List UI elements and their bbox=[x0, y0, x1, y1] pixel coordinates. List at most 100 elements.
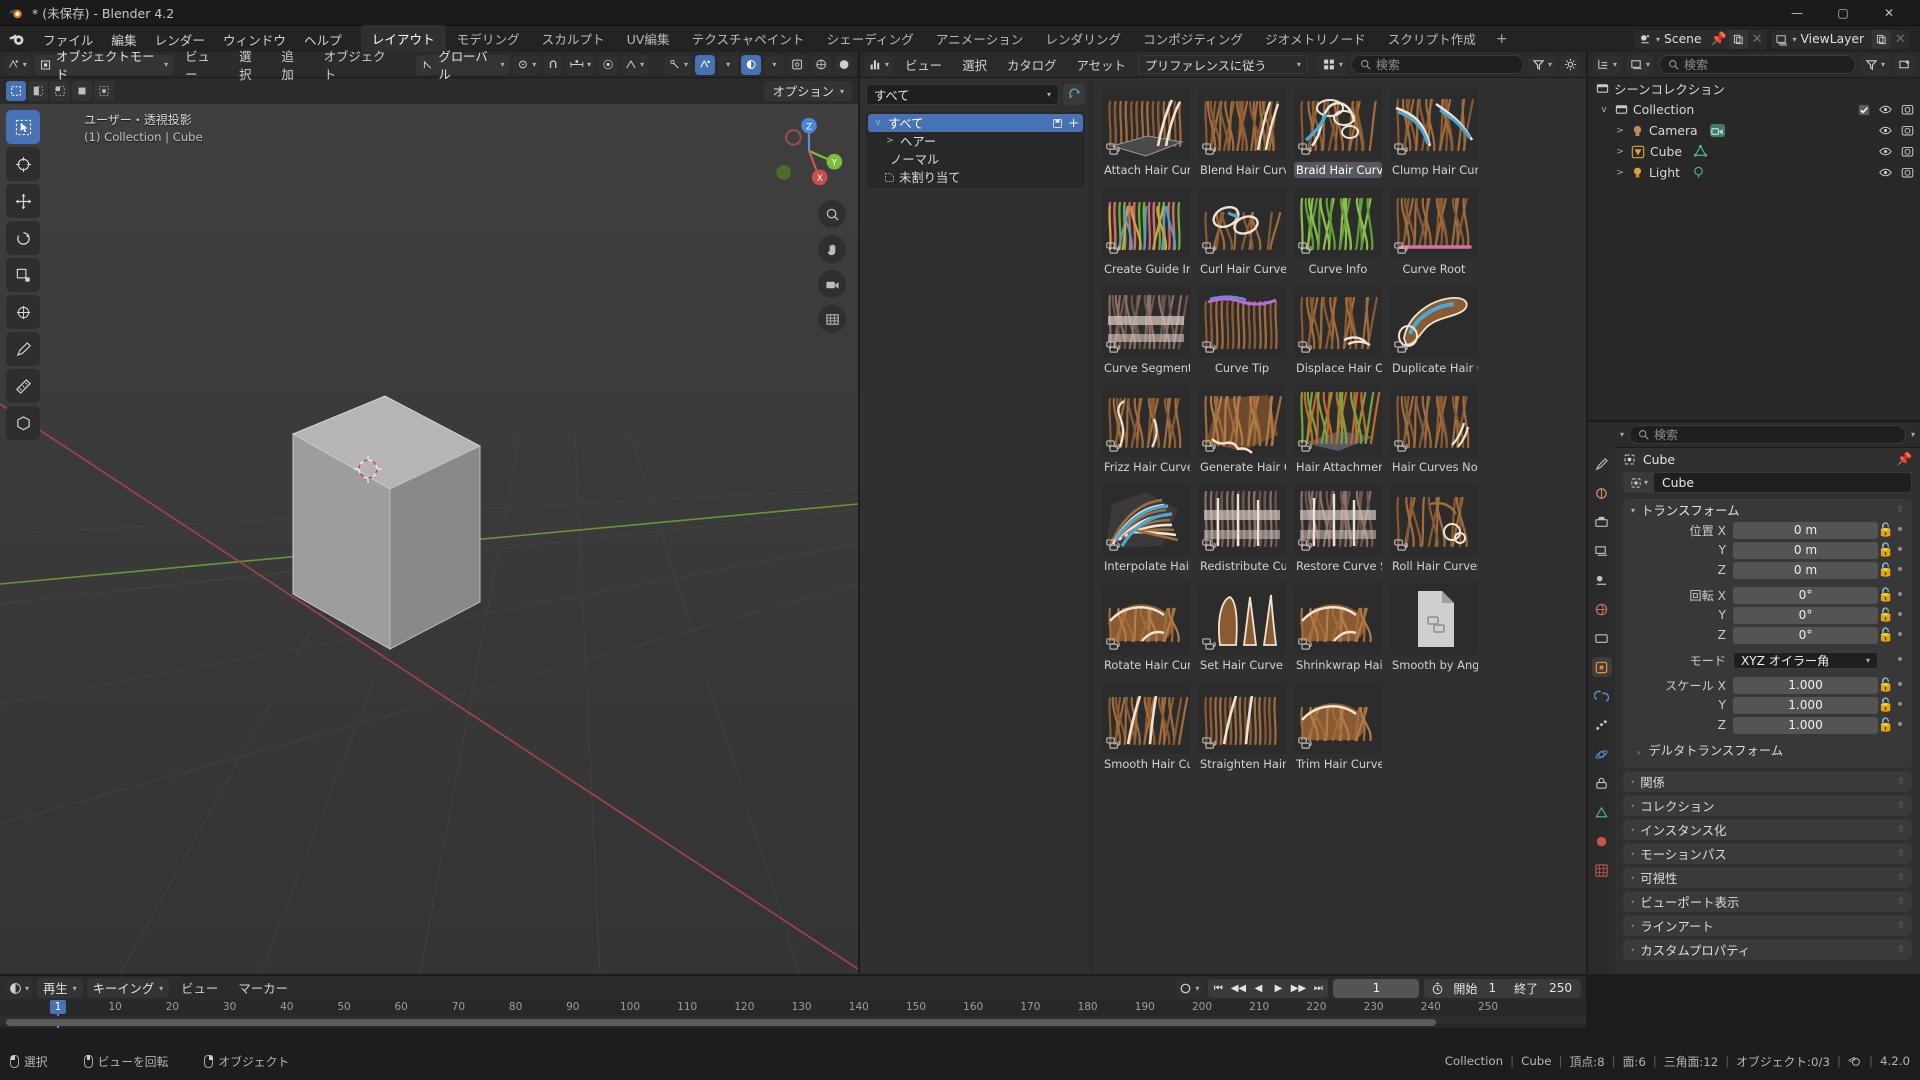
asset-editor-type-button[interactable]: ▾ bbox=[865, 54, 894, 75]
asset-display-mode-dropdown[interactable]: プリファレンスに従う ▾ bbox=[1137, 55, 1308, 74]
tab-object[interactable] bbox=[1591, 657, 1612, 677]
panel-expander-icon[interactable]: › bbox=[1631, 849, 1634, 858]
tab-tool[interactable] bbox=[1592, 454, 1612, 474]
jump-to-end-button[interactable]: ⏭ bbox=[1308, 979, 1328, 998]
properties-filter-chevron-icon[interactable]: ▾ bbox=[1620, 430, 1624, 439]
expander-icon[interactable]: > bbox=[1614, 147, 1626, 157]
snap-settings-button[interactable]: ▾ bbox=[566, 54, 596, 75]
outliner-filter-button[interactable]: ▾ bbox=[1860, 54, 1889, 75]
asset-library-refresh-button[interactable] bbox=[1063, 84, 1085, 105]
asset-item[interactable]: Blend Hair Curves bbox=[1198, 88, 1286, 178]
tab-material[interactable] bbox=[1592, 831, 1612, 851]
eye-icon[interactable] bbox=[1879, 124, 1892, 137]
collapsed-panel[interactable]: › コレクション ⠿ bbox=[1623, 795, 1912, 816]
animate-dot-icon[interactable]: • bbox=[1894, 523, 1906, 537]
catalog-item-hair[interactable]: > ヘアー bbox=[868, 132, 1083, 150]
tool-scale[interactable] bbox=[6, 258, 40, 292]
rotation-x-field[interactable]: 0° bbox=[1733, 586, 1878, 604]
lock-icon[interactable]: 🔓 bbox=[1878, 523, 1894, 538]
minimize-button[interactable]: — bbox=[1774, 0, 1820, 26]
collapsed-panel[interactable]: › インスタンス化 ⠿ bbox=[1623, 819, 1912, 840]
location-z-field[interactable]: 0 m bbox=[1733, 561, 1878, 579]
lock-icon[interactable]: 🔓 bbox=[1878, 678, 1894, 693]
jump-to-next-keyframe-button[interactable]: ▶▶ bbox=[1288, 979, 1308, 998]
asset-item[interactable]: Set Hair Curve Pr... bbox=[1198, 583, 1286, 673]
shading-material-button[interactable] bbox=[833, 54, 854, 75]
new-viewlayer-button[interactable] bbox=[1872, 29, 1891, 49]
lock-icon[interactable]: 🔓 bbox=[1878, 608, 1894, 623]
select-intersect-button[interactable] bbox=[94, 81, 114, 101]
animate-dot-icon[interactable]: • bbox=[1894, 718, 1906, 732]
asset-item[interactable]: Displace Hair Cur... bbox=[1294, 286, 1382, 376]
overlays-dropdown[interactable]: ▾ bbox=[718, 54, 739, 75]
asset-item[interactable]: Frizz Hair Curves bbox=[1102, 385, 1190, 475]
interaction-mode-selector[interactable]: オブジェクトモード ▾ bbox=[33, 50, 175, 82]
panel-expander-icon[interactable]: › bbox=[1631, 825, 1634, 834]
asset-filter-button[interactable]: ▾ bbox=[1527, 54, 1556, 75]
catalog-item-unassigned[interactable]: 未割り当て bbox=[868, 168, 1083, 186]
viewlayer-selector[interactable]: ▾ ViewLayer ✕ bbox=[1770, 29, 1910, 49]
asset-settings-button[interactable] bbox=[1560, 54, 1581, 75]
panel-expander-icon[interactable]: › bbox=[1631, 897, 1634, 906]
location-x-field[interactable]: 0 m bbox=[1733, 521, 1878, 539]
tab-texture[interactable] bbox=[1592, 860, 1612, 880]
expander-icon[interactable]: > bbox=[1614, 168, 1626, 178]
asset-menu-catalog[interactable]: カタログ bbox=[999, 54, 1065, 76]
lock-icon[interactable]: 🔓 bbox=[1878, 563, 1894, 578]
catalog-expander-icon[interactable]: > bbox=[884, 136, 896, 146]
tab-sculpting[interactable]: スカルプト bbox=[531, 25, 616, 53]
viewport-canvas[interactable]: ユーザー・透視投影 (1) Collection | Cube Z Y X bbox=[0, 104, 858, 974]
outliner-display-mode-button[interactable]: ▾ bbox=[1626, 54, 1655, 75]
asset-item[interactable]: Roll Hair Curves bbox=[1390, 484, 1478, 574]
asset-search-input[interactable]: 検索 bbox=[1350, 55, 1524, 74]
snap-magnet-button[interactable] bbox=[543, 54, 564, 75]
catalog-item-normal[interactable]: ノーマル bbox=[868, 150, 1083, 168]
outliner-row-camera[interactable]: > Camera bbox=[1588, 120, 1920, 141]
play-button[interactable]: ▶ bbox=[1268, 979, 1288, 998]
tool-annotate[interactable] bbox=[6, 332, 40, 366]
current-frame-field[interactable]: 1 bbox=[1333, 978, 1420, 998]
properties-options-chevron-down-icon[interactable]: ▾ bbox=[1911, 430, 1915, 439]
xray-dropdown[interactable]: ▾ bbox=[764, 54, 785, 75]
start-frame-field[interactable]: 開始 1 bbox=[1444, 980, 1505, 997]
lock-icon[interactable]: 🔓 bbox=[1878, 628, 1894, 643]
delete-viewlayer-button[interactable]: ✕ bbox=[1891, 30, 1910, 49]
xray-toggle[interactable] bbox=[741, 54, 762, 75]
end-frame-field[interactable]: 終了 250 bbox=[1505, 980, 1581, 997]
tab-render[interactable] bbox=[1592, 483, 1612, 503]
delta-expander-icon[interactable]: › bbox=[1637, 748, 1640, 757]
rotation-y-field[interactable]: 0° bbox=[1733, 606, 1878, 624]
tool-move[interactable] bbox=[6, 184, 40, 218]
tab-animation[interactable]: アニメーション bbox=[925, 25, 1035, 53]
tool-cursor[interactable] bbox=[6, 147, 40, 181]
scale-x-field[interactable]: 1.000 bbox=[1733, 676, 1878, 694]
viewport-menu-view[interactable]: ビュー bbox=[177, 45, 228, 85]
eye-icon[interactable] bbox=[1879, 166, 1892, 179]
properties-search-input[interactable]: 検索 bbox=[1629, 425, 1906, 444]
tool-transform[interactable] bbox=[6, 295, 40, 329]
tab-collection[interactable] bbox=[1592, 628, 1612, 648]
asset-item[interactable]: Generate Hair Cu... bbox=[1198, 385, 1286, 475]
viewport-options-button[interactable]: オプション ▾ bbox=[764, 81, 852, 101]
tab-output[interactable] bbox=[1592, 512, 1612, 532]
tab-particles[interactable] bbox=[1592, 715, 1612, 735]
scale-z-field[interactable]: 1.000 bbox=[1733, 716, 1878, 734]
collapsed-panel[interactable]: › 可視性 ⠿ bbox=[1623, 867, 1912, 888]
animate-dot-icon[interactable]: • bbox=[1894, 543, 1906, 557]
animate-dot-icon[interactable]: • bbox=[1894, 608, 1906, 622]
tool-rotate[interactable] bbox=[6, 221, 40, 255]
delta-transform-subpanel[interactable]: › デルタトランスフォーム bbox=[1623, 738, 1912, 762]
tab-scene[interactable] bbox=[1592, 570, 1612, 590]
expander-icon[interactable]: v bbox=[1598, 105, 1610, 115]
shading-solid-button[interactable] bbox=[810, 54, 831, 75]
asset-menu-view[interactable]: ビュー bbox=[897, 54, 950, 76]
lock-icon[interactable]: 🔓 bbox=[1878, 543, 1894, 558]
timeline-ruler[interactable]: 10 20 30 40 50 60 70 80 90 100 110 120 130 140 150 160 1… bbox=[0, 1000, 1586, 1052]
rotation-mode-dropdown[interactable]: XYZ オイラー角 ▾ bbox=[1733, 651, 1878, 669]
lock-icon[interactable]: 🔓 bbox=[1878, 698, 1894, 713]
navigation-gizmo[interactable]: Z Y X bbox=[770, 112, 848, 190]
jump-to-prev-keyframe-button[interactable]: ◀◀ bbox=[1228, 979, 1248, 998]
tab-object-data[interactable] bbox=[1592, 802, 1612, 822]
asset-item[interactable]: Clump Hair Curves bbox=[1390, 88, 1478, 178]
asset-item[interactable]: Create Guide Ind... bbox=[1102, 187, 1190, 277]
